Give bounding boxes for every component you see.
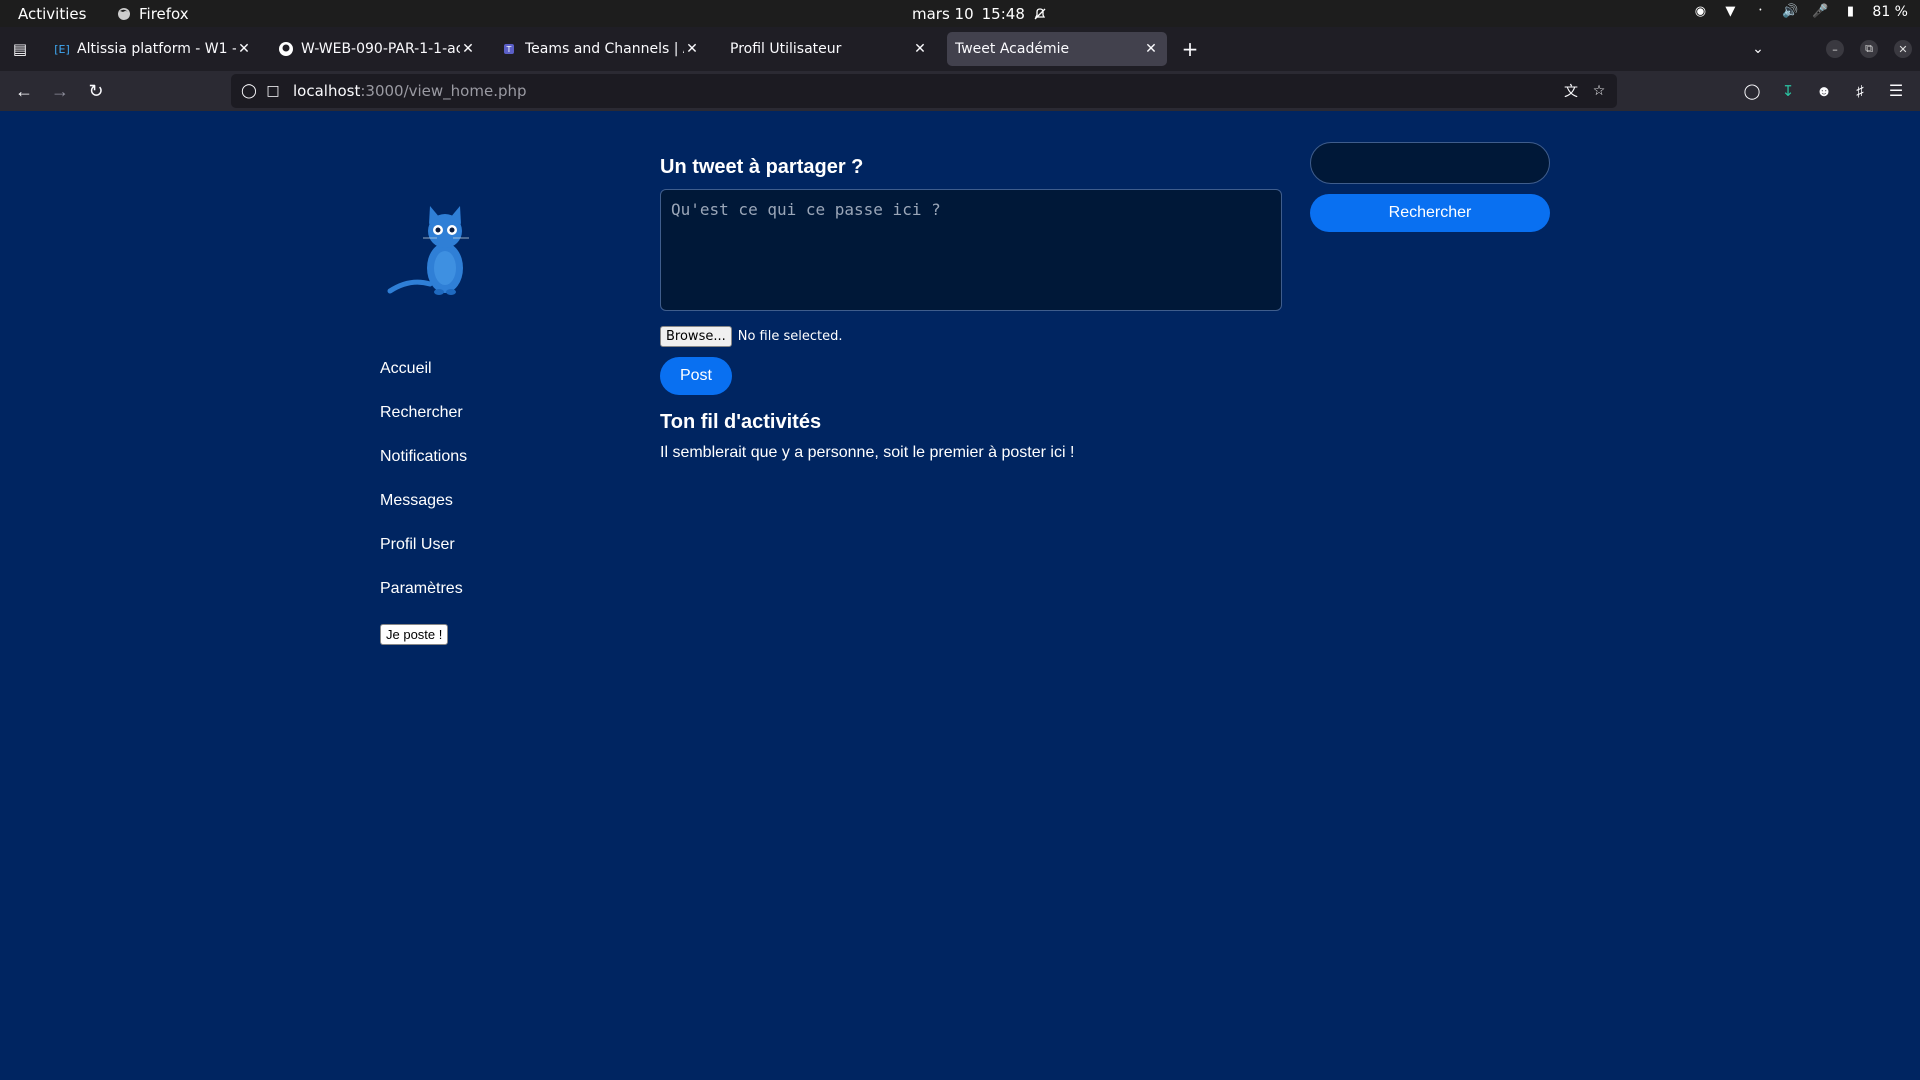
back-arrow-icon[interactable]: ← bbox=[12, 79, 36, 103]
shield-icon[interactable]: ◯ bbox=[239, 83, 259, 99]
sidebar-item-accueil[interactable]: Accueil bbox=[380, 359, 467, 403]
feed-empty-message: Il semblerait que y a personne, soit le … bbox=[660, 444, 1075, 461]
bookmark-star-icon[interactable]: ☆ bbox=[1589, 83, 1609, 99]
battery-percent: 81 % bbox=[1872, 4, 1908, 20]
tab-github[interactable]: W-WEB-090-PAR-1-1-acad ✕ bbox=[270, 32, 484, 66]
tab-teams[interactable]: T Teams and Channels | Alt ✕ bbox=[494, 32, 708, 66]
sidebar-item-rechercher[interactable]: Rechercher bbox=[380, 403, 467, 447]
notifications-off-icon bbox=[1034, 8, 1046, 20]
bluetooth-icon: ᛫ bbox=[1756, 4, 1765, 19]
github-icon bbox=[278, 41, 294, 57]
url-path: :3000/view_home.php bbox=[360, 82, 527, 100]
tab-list-chevron-icon[interactable]: ⌄ bbox=[1746, 37, 1770, 61]
wifi-icon: ▼ bbox=[1725, 4, 1736, 19]
post-button[interactable]: Post bbox=[660, 357, 732, 395]
clock-date: mars 10 bbox=[912, 5, 974, 23]
close-tab-icon[interactable]: ✕ bbox=[236, 41, 252, 57]
pocket-icon[interactable]: ◯ bbox=[1740, 79, 1764, 103]
menu-hamburger-icon[interactable]: ☰ bbox=[1884, 79, 1908, 103]
close-tab-icon[interactable]: ✕ bbox=[460, 41, 476, 57]
battery-icon: ▮ bbox=[1846, 4, 1854, 19]
tab-title: Teams and Channels | Alt bbox=[525, 41, 684, 57]
close-tab-icon[interactable]: ✕ bbox=[684, 41, 700, 57]
url-bar[interactable]: ◯ □ localhost:3000/view_home.php 文 ☆ bbox=[231, 74, 1617, 108]
file-upload-row: Browse... No file selected. bbox=[660, 326, 1282, 347]
tab-title: Tweet Académie bbox=[955, 41, 1070, 57]
forward-arrow-icon[interactable]: → bbox=[48, 79, 72, 103]
firefox-icon bbox=[118, 8, 130, 20]
clock[interactable]: mars 10 15:48 bbox=[912, 5, 1047, 23]
je-poste-button[interactable]: Je poste ! bbox=[380, 624, 449, 645]
firefox-view-icon[interactable]: ▤ bbox=[8, 37, 32, 61]
account-icon[interactable]: ☻ bbox=[1812, 79, 1836, 103]
file-status-text: No file selected. bbox=[737, 329, 843, 344]
tab-title: W-WEB-090-PAR-1-1-acad bbox=[301, 41, 460, 57]
url-text[interactable]: localhost:3000/view_home.php bbox=[293, 82, 527, 100]
volume-icon: 🔊 bbox=[1782, 4, 1799, 19]
clock-time: 15:48 bbox=[981, 5, 1025, 23]
reload-icon[interactable]: ↻ bbox=[84, 79, 108, 103]
tab-profil[interactable]: Profil Utilisateur ✕ bbox=[722, 32, 936, 66]
sidebar-nav: Accueil Rechercher Notifications Message… bbox=[380, 359, 467, 623]
close-tab-icon[interactable]: ✕ bbox=[912, 41, 928, 57]
extensions-icon[interactable]: ♯ bbox=[1848, 79, 1872, 103]
system-tray[interactable]: ◉ ▼ ᛫ 🔊 🎤 ▮ 81 % bbox=[1692, 4, 1908, 20]
sidebar-item-messages[interactable]: Messages bbox=[380, 491, 467, 535]
tab-title: Profil Utilisateur bbox=[730, 41, 842, 57]
minimize-icon[interactable]: – bbox=[1826, 40, 1844, 58]
discord-icon: ◉ bbox=[1694, 4, 1707, 19]
navigation-toolbar: ← → ↻ ◯ □ localhost:3000/view_home.php 文… bbox=[0, 71, 1920, 111]
downloads-icon[interactable]: ↧ bbox=[1776, 79, 1800, 103]
main-column: Un tweet à partager ? Browse... No file … bbox=[660, 156, 1282, 462]
url-host: localhost bbox=[293, 82, 361, 100]
system-top-bar: Activities Firefox mars 10 15:48 ◉ ▼ ᛫ 🔊… bbox=[0, 0, 1920, 27]
compose-title: Un tweet à partager ? bbox=[660, 156, 864, 178]
microphone-off-icon: 🎤 bbox=[1812, 4, 1829, 19]
sidebar-item-parametres[interactable]: Paramètres bbox=[380, 579, 467, 623]
new-tab-icon[interactable]: + bbox=[1178, 37, 1202, 61]
tweet-textarea[interactable] bbox=[660, 189, 1282, 311]
page-info-icon[interactable]: □ bbox=[263, 83, 283, 99]
activities-button[interactable]: Activities bbox=[18, 5, 86, 23]
app-menu[interactable]: Firefox bbox=[117, 5, 189, 23]
page-content: Accueil Rechercher Notifications Message… bbox=[0, 111, 1920, 1080]
svg-text:T: T bbox=[506, 45, 512, 54]
altissia-favicon-icon: [E] bbox=[54, 42, 70, 56]
app-name: Firefox bbox=[139, 5, 189, 23]
feed-title: Ton fil d'activités bbox=[660, 411, 822, 433]
close-tab-icon[interactable]: ✕ bbox=[1143, 41, 1159, 57]
tab-strip: ▤ [E] Altissia platform - W1 - E ✕ W-WEB… bbox=[0, 27, 1920, 71]
browse-file-button[interactable]: Browse... bbox=[660, 326, 732, 347]
restore-icon[interactable]: ⧉ bbox=[1860, 40, 1878, 58]
search-button[interactable]: Rechercher bbox=[1310, 194, 1550, 232]
sidebar-item-notifications[interactable]: Notifications bbox=[380, 447, 467, 491]
tab-tweet-academie[interactable]: Tweet Académie ✕ bbox=[947, 32, 1167, 66]
search-input[interactable] bbox=[1310, 142, 1550, 184]
close-window-icon[interactable]: ✕ bbox=[1894, 40, 1912, 58]
teams-icon: T bbox=[502, 41, 518, 57]
tab-title: Altissia platform - W1 - E bbox=[77, 41, 236, 57]
blue-cat-logo[interactable] bbox=[385, 196, 495, 306]
tab-altissia[interactable]: [E] Altissia platform - W1 - E ✕ bbox=[46, 32, 260, 66]
sidebar-item-profil-user[interactable]: Profil User bbox=[380, 535, 467, 579]
translate-icon[interactable]: 文 bbox=[1561, 81, 1581, 101]
